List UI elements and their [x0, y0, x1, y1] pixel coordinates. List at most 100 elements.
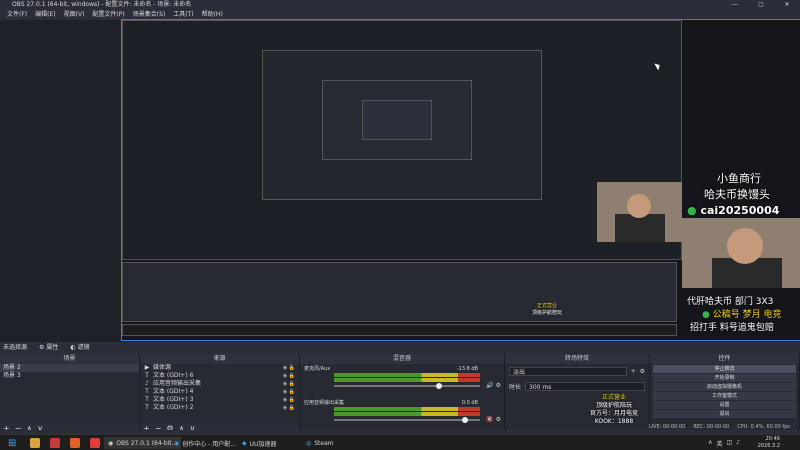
filters-label: 滤镜: [77, 344, 90, 351]
menu-view[interactable]: 视图(V): [60, 9, 89, 20]
start-recording-button[interactable]: 开始录制: [653, 374, 796, 382]
badge-preview-line1: 正式营业: [537, 303, 558, 309]
stop-streaming-button[interactable]: 停止推流: [653, 365, 796, 373]
controls-header: 控件: [650, 354, 799, 364]
clock-time: 20:46: [765, 436, 780, 442]
eye-icon[interactable]: ◉ 🔓: [283, 388, 295, 396]
text-icon: T: [145, 404, 149, 411]
clock[interactable]: 20:46 2026.3.2: [758, 436, 780, 450]
properties-button[interactable]: ⚙ 属性: [39, 342, 58, 354]
wechat-id: ● cai20250004: [687, 204, 779, 217]
pinned-app-3[interactable]: [66, 437, 84, 449]
eye-icon[interactable]: ◉ 🔓: [283, 396, 295, 404]
nested-docks: [122, 262, 677, 322]
scene-item[interactable]: 场景 2: [0, 364, 139, 372]
source-label: 媒体源: [153, 364, 172, 371]
filters-button[interactable]: ◐ 滤镜: [70, 342, 89, 354]
channel-db: 0.0 dB: [461, 400, 478, 406]
language-indicator[interactable]: 英: [716, 439, 722, 448]
live-status: LIVE: 00:00:00: [648, 424, 686, 430]
gear-icon: ⚙: [39, 344, 45, 351]
badge-mascot: 正式营业 顶级护航陪玩 官方号：月月电竞 KOOK：1888: [590, 394, 638, 426]
mixer-dock: 混音器 麦克风/Aux -13.8 dB 🔊 ⚙ 应用音频输出采集 0.0 dB…: [300, 354, 505, 434]
volume-slider-knob[interactable]: [462, 417, 469, 423]
speaker-icon[interactable]: 🔊: [486, 382, 493, 389]
eye-icon[interactable]: ◉ 🔓: [283, 372, 295, 380]
stream-line-2: ● 公稿号 梦月 电竞: [702, 307, 782, 320]
studio-mode-button[interactable]: 工作室模式: [653, 392, 796, 400]
scenes-header: 场景: [0, 354, 139, 364]
app-icon: [70, 438, 80, 448]
gear-icon[interactable]: ⚙: [640, 368, 645, 375]
source-item[interactable]: ▶ 媒体源 ◉ 🔓: [140, 364, 299, 372]
volume-meter: [334, 407, 480, 411]
source-label: 文本 (GDI+) 4: [153, 388, 194, 395]
add-icon[interactable]: +: [631, 368, 636, 375]
preview-canvas[interactable]: 小鱼商行 哈夫币换馒头 ● cai20250004 代肝哈夫币 部门 3X3 ●…: [121, 19, 800, 341]
taskbar-uu[interactable]: ◆ UU加速器: [238, 437, 280, 449]
duration-input[interactable]: 300 ms: [525, 382, 645, 391]
speaker-muted-icon[interactable]: 🔇: [486, 416, 493, 423]
badge-line-1: 正式营业: [602, 394, 627, 401]
badge-preview-line2: 顶级护航陪玩: [532, 310, 563, 316]
text-icon: T: [145, 396, 149, 403]
scenes-dock: 场景 场景 2 场景 3 + − ∧ ∨: [0, 354, 140, 434]
badge-line-4: KOOK：1888: [594, 418, 634, 425]
eye-icon[interactable]: ◉ 🔓: [283, 404, 295, 412]
volume-meter: [334, 412, 480, 416]
taskbar-creator[interactable]: ◉ 创作中心 - 用户配...: [170, 437, 240, 449]
eye-icon[interactable]: ◉ 🔓: [283, 364, 295, 372]
taskbar-obs-label: OBS 27.0.1 (64-bit...: [116, 439, 178, 447]
source-item[interactable]: T 文本 (GDI+) 4 ◉ 🔓: [140, 388, 299, 396]
window-titlebar: OBS 27.0.1 (64-bit, windows) - 配置文件: 未命名…: [0, 0, 800, 9]
properties-label: 属性: [46, 344, 59, 351]
pinned-app-1[interactable]: [26, 437, 44, 449]
source-item[interactable]: T 文本 (GDI+) 3 ◉ 🔓: [140, 396, 299, 404]
transition-select[interactable]: 淡出: [509, 367, 627, 376]
window-controls: — ▢ ✕: [722, 0, 800, 9]
minimize-button[interactable]: —: [722, 0, 748, 9]
taskbar-steam[interactable]: ◎ Steam: [302, 437, 338, 449]
shop-subtitle: 哈夫币换馒头: [704, 188, 770, 201]
controls-dock: 控件 停止推流 开始录制 启动虚拟摄像机 工作室模式 设置 退出: [650, 354, 800, 434]
wechat-icon: ●: [687, 204, 697, 217]
mixer-channel: 麦克风/Aux -13.8 dB 🔊 ⚙: [300, 364, 504, 398]
volume-slider[interactable]: [334, 417, 480, 423]
close-button[interactable]: ✕: [774, 0, 800, 9]
text-icon: T: [145, 388, 149, 395]
start-virtual-camera-button[interactable]: 启动虚拟摄像机: [653, 383, 796, 391]
menu-edit[interactable]: 编辑(E): [31, 9, 59, 20]
network-icon[interactable]: ◫: [726, 439, 732, 448]
pinned-app-2[interactable]: [46, 437, 64, 449]
media-icon: ▶: [144, 364, 150, 371]
channel-buttons: 🔇 ⚙: [486, 416, 501, 423]
gear-icon[interactable]: ⚙: [496, 382, 501, 389]
pinned-app-4[interactable]: [86, 437, 104, 449]
rec-status: REC: 00:00:00: [693, 424, 730, 430]
maximize-button[interactable]: ▢: [748, 0, 774, 9]
stream-line-2b: 梦月 电竞: [742, 310, 782, 320]
volume-slider[interactable]: [334, 383, 480, 389]
cpu-status: CPU: 0.4%, 60.00 fps: [737, 424, 790, 430]
volume-slider-knob[interactable]: [436, 383, 443, 389]
no-source-label: 未选择源: [3, 344, 28, 351]
channel-name: 应用音频输出采集: [304, 400, 345, 406]
source-item[interactable]: T 文本 (GDI+) 2 ◉ 🔓: [140, 404, 299, 412]
source-label: 文本 (GDI+) 3: [153, 396, 194, 403]
webcam-large: [682, 218, 800, 288]
eye-icon[interactable]: ◉ 🔓: [283, 380, 295, 388]
start-button[interactable]: ⊞: [4, 437, 20, 449]
chevron-up-icon[interactable]: ∧: [708, 439, 712, 448]
system-tray: ∧ 英 ◫ ♪: [708, 439, 740, 448]
transitions-header: 转场特效: [505, 354, 649, 364]
source-item[interactable]: ♪ 应用音频输出采集 ◉ 🔓: [140, 380, 299, 388]
gear-icon[interactable]: ⚙: [496, 416, 501, 423]
menu-file[interactable]: 文件(F): [3, 9, 31, 20]
exit-button[interactable]: 退出: [653, 410, 796, 418]
source-item[interactable]: T 文本 (GDI+) 6 ◉ 🔓: [140, 372, 299, 380]
volume-icon[interactable]: ♪: [736, 439, 740, 448]
taskbar: ⊞ ◉ OBS 27.0.1 (64-bit... ◉ 创作中心 - 用户配..…: [0, 434, 800, 450]
webcam-medium: [597, 182, 682, 242]
scene-item[interactable]: 场景 3: [0, 372, 139, 380]
settings-button[interactable]: 设置: [653, 401, 796, 409]
